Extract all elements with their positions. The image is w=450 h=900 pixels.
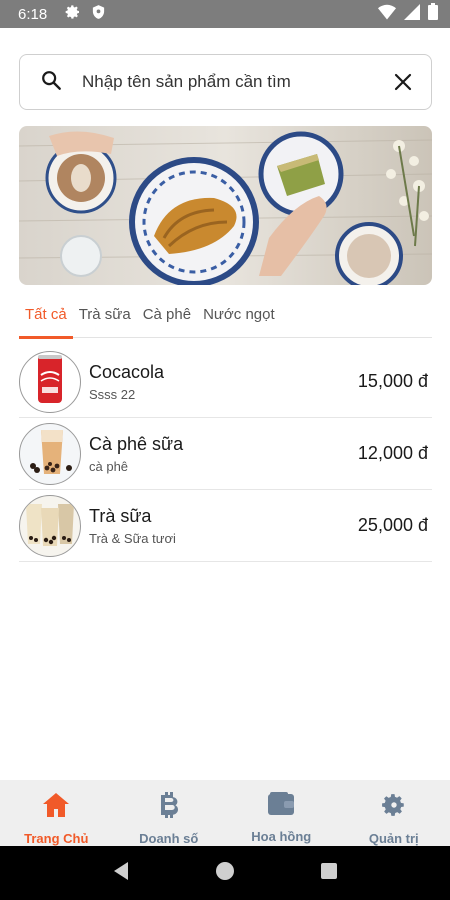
wallet-icon <box>267 792 295 821</box>
tab-all[interactable]: Tất cả <box>19 300 73 339</box>
gear-icon <box>381 792 407 823</box>
wifi-icon <box>378 4 396 25</box>
bottom-navigation: Trang Chủ Doanh số Hoa hồng Quản trị <box>0 780 450 846</box>
tab-milk-tea[interactable]: Trà sữa <box>73 300 137 338</box>
nav-commission[interactable]: Hoa hồng <box>225 780 338 846</box>
nav-admin[interactable]: Quản trị <box>338 780 450 846</box>
nav-label: Doanh số <box>139 831 199 846</box>
category-tabs: Tất cả Trà sữa Cà phê Nước ngọt <box>19 300 432 339</box>
nav-label: Hoa hồng <box>251 829 312 844</box>
product-price: 15,000 đ <box>357 371 428 391</box>
list-item[interactable]: Trà sữa Trà & Sữa tươi 25,000 đ <box>19 490 432 562</box>
coffee-cup-icon <box>25 424 75 483</box>
milk-tea-icon <box>22 498 78 553</box>
search-icon <box>40 69 62 96</box>
product-category: Ssss 22 <box>89 386 136 402</box>
promo-banner <box>19 126 432 285</box>
nav-sales[interactable]: Doanh số <box>113 780 226 846</box>
status-time: 6:18 <box>18 5 48 23</box>
product-price: 12,000 đ <box>357 443 428 463</box>
status-bar: 6:18 <box>0 0 450 28</box>
tab-soft-drink[interactable]: Nước ngọt <box>197 300 281 338</box>
tab-coffee[interactable]: Cà phê <box>137 300 197 338</box>
product-list: Cocacola Ssss 22 15,000 đ Cà phê sữa cà … <box>19 346 432 562</box>
search-bar <box>19 54 432 110</box>
banner-image <box>19 126 432 285</box>
product-thumbnail <box>19 422 81 485</box>
list-item[interactable]: Cà phê sữa cà phê 12,000 đ <box>19 418 432 490</box>
bitcoin-icon <box>159 792 179 823</box>
nav-label: Trang Chủ <box>24 831 89 846</box>
battery-icon <box>428 3 438 25</box>
product-price: 25,000 đ <box>357 515 428 535</box>
signal-icon <box>404 3 420 25</box>
close-icon[interactable] <box>391 70 415 94</box>
product-thumbnail <box>19 350 81 413</box>
gear-icon <box>65 4 81 25</box>
home-button-icon[interactable] <box>215 861 235 886</box>
search-input[interactable] <box>82 72 391 92</box>
recents-icon[interactable] <box>320 862 338 885</box>
nav-label: Quản trị <box>368 831 419 846</box>
product-name: Cà phê sữa <box>89 433 184 454</box>
product-category: Trà & Sữa tươi <box>89 530 176 546</box>
back-icon[interactable] <box>112 861 130 886</box>
product-name: Trà sữa <box>89 505 152 526</box>
home-icon <box>42 792 70 823</box>
cola-can-icon <box>35 353 65 410</box>
system-navigation-bar <box>0 846 450 900</box>
nav-home[interactable]: Trang Chủ <box>0 780 113 846</box>
product-thumbnail <box>19 494 81 557</box>
list-item[interactable]: Cocacola Ssss 22 15,000 đ <box>19 346 432 418</box>
product-name: Cocacola <box>89 361 165 382</box>
product-category: cà phê <box>89 458 129 474</box>
shield-icon <box>91 4 106 25</box>
